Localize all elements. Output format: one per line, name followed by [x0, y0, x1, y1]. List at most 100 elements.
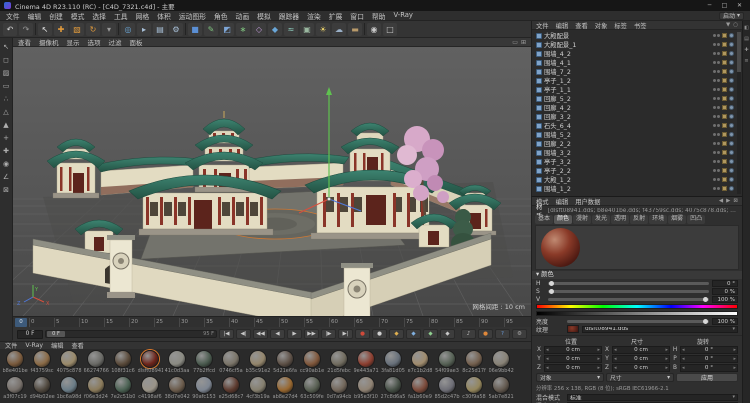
toolbar-icon[interactable]: ▣ [300, 22, 314, 36]
toolbar-icon[interactable]: ≈ [284, 22, 298, 36]
channel-tab[interactable]: 基本 [535, 215, 554, 224]
visibility-toggles[interactable] [713, 169, 720, 172]
menu-item[interactable]: 渲染 [307, 11, 321, 21]
material-thumbnail[interactable]: 9e443a71 [353, 350, 379, 376]
object-manager-tool-icon[interactable]: ▼ [726, 22, 730, 28]
channel-tab[interactable]: 凹凸 [687, 215, 706, 224]
mode-tool-icon[interactable]: ◉ [1, 158, 12, 169]
texture-tag-icon[interactable] [722, 132, 727, 137]
texture-filename-field[interactable]: dlsft08941.dds ▾ [582, 325, 738, 333]
toolbar-icon[interactable]: ☁ [332, 22, 346, 36]
toolbar-icon[interactable]: □ [383, 22, 397, 36]
menu-item[interactable]: 文件 [6, 11, 20, 21]
toolbar-icon[interactable] [364, 23, 365, 35]
menu-item[interactable]: 角色 [214, 11, 228, 21]
mode-tool-icon[interactable]: △ [1, 106, 12, 117]
slider-knob[interactable] [549, 280, 554, 286]
texture-tag-icon[interactable] [722, 33, 727, 38]
phong-tag-icon[interactable] [729, 150, 734, 155]
texture-thumbnail[interactable] [567, 325, 579, 333]
viewport-canvas[interactable]: X Y Z 网格间距 : 10 cm [13, 47, 531, 316]
material-thumbnail[interactable]: 90afc153 [191, 376, 217, 402]
material-thumbnail[interactable]: b8e401be [2, 350, 28, 376]
channel-tab[interactable]: 反射 [630, 215, 649, 224]
material-thumbnail[interactable]: f06e3d24 [83, 376, 109, 402]
object-manager-tool-icon[interactable]: ○ [733, 22, 738, 28]
menu-item[interactable]: 网格 [136, 11, 150, 21]
viewport-menu-item[interactable]: 摄像机 [39, 37, 59, 47]
material-thumbnail[interactable]: 3fa81d05 [380, 350, 406, 376]
coordinates-header-label[interactable]: 旋转 [670, 337, 736, 346]
object-row[interactable]: 亭子_1_1 [532, 85, 742, 94]
object-row[interactable]: 石头_6_4 [532, 121, 742, 130]
viewport-menu-item[interactable]: 选项 [88, 37, 101, 47]
texture-tag-icon[interactable] [722, 42, 727, 47]
mode-tool-icon[interactable]: ⊠ [1, 184, 12, 195]
visibility-toggles[interactable] [713, 34, 720, 37]
frame-range-slider[interactable]: 0 F 95 F [45, 330, 217, 338]
transport-button[interactable]: |▶ [321, 329, 336, 339]
visibility-toggles[interactable] [713, 61, 720, 64]
texture-tag-icon[interactable] [722, 159, 727, 164]
object-row[interactable]: 亭子_3_2 [532, 157, 742, 166]
phong-tag-icon[interactable] [729, 69, 734, 74]
object-row[interactable]: 回廊_3_2 [532, 112, 742, 121]
menu-item[interactable]: 模拟 [257, 11, 271, 21]
transport-button[interactable]: ▶| [338, 329, 353, 339]
material-thumbnail[interactable]: 4075c878 [56, 350, 82, 376]
toolbar-icon[interactable]: ◎ [121, 22, 135, 36]
transport-button[interactable]: ◆ [423, 329, 438, 339]
toolbar-icon[interactable]: ▸ [137, 22, 151, 36]
object-row[interactable]: 回廊_5_2 [532, 94, 742, 103]
coordinate-mode-dropdown[interactable]: 对象 ▾ [536, 373, 604, 382]
slider-knob[interactable] [549, 288, 554, 294]
rotation-input[interactable]: ◂ 0 ° ▸ [680, 354, 738, 363]
position-input[interactable]: ◂ 0 cm ▸ [544, 345, 602, 354]
toolbar-icon[interactable]: ↖ [38, 22, 52, 36]
viewport-menu-item[interactable]: 过滤 [109, 37, 122, 47]
toolbar-icon[interactable]: ▧ [70, 22, 84, 36]
menu-item[interactable]: 编辑 [28, 11, 42, 21]
mode-tool-icon[interactable]: ✚ [1, 145, 12, 156]
material-thumbnail[interactable]: 0746cf5a [218, 350, 244, 376]
attribute-menu-item[interactable]: 编辑 [556, 197, 569, 206]
attribute-nav-icon[interactable]: ▶ [726, 198, 730, 204]
object-list-scrollbar[interactable] [737, 32, 741, 194]
visibility-toggles[interactable] [713, 160, 720, 163]
texture-tag-icon[interactable] [722, 51, 727, 56]
object-manager-menu-item[interactable]: 文件 [536, 21, 549, 30]
object-row[interactable]: 回廊_2_2 [532, 139, 742, 148]
texture-tag-icon[interactable] [722, 177, 727, 182]
toolbar-icon[interactable] [118, 23, 119, 35]
coordinates-header-label[interactable]: 位置 [538, 337, 604, 346]
channel-tab[interactable]: 透明 [611, 215, 630, 224]
material-thumbnail[interactable]: 38d7e042 [164, 376, 190, 402]
phong-tag-icon[interactable] [729, 114, 734, 119]
material-thumbnail[interactable]: 1bc6a98d [56, 376, 82, 402]
toolbar-icon[interactable]: ■ [188, 22, 202, 36]
texture-tag-icon[interactable] [722, 114, 727, 119]
toolbar-icon[interactable]: ↻ [86, 22, 100, 36]
mode-tool-icon[interactable]: ↖ [1, 41, 12, 52]
rotation-input[interactable]: ◂ 0 ° ▸ [680, 363, 738, 372]
material-thumbnail[interactable]: 77b2ffcd [191, 350, 217, 376]
dock-tab-icon[interactable]: ✚ [744, 47, 748, 53]
window-control-button[interactable]: ✕ [733, 1, 746, 10]
toolbar-icon[interactable]: ✎ [204, 22, 218, 36]
visibility-toggles[interactable] [713, 70, 720, 73]
transport-button[interactable]: ▶ [287, 329, 302, 339]
dock-tab-icon[interactable]: ≡ [744, 58, 748, 64]
dock-tab-icon[interactable]: ◧ [744, 25, 749, 31]
menu-item[interactable]: 选择 [92, 11, 106, 21]
phong-tag-icon[interactable] [729, 51, 734, 56]
channel-tab[interactable]: 颜色 [554, 215, 573, 224]
object-manager-menu-item[interactable]: 查看 [575, 21, 588, 30]
material-thumbnail[interactable]: 21d5febc [326, 350, 352, 376]
transport-option-icon[interactable]: ● [478, 329, 493, 339]
object-row[interactable]: 回廊_4_2 [532, 103, 742, 112]
texture-tag-icon[interactable] [722, 96, 727, 101]
channel-tab[interactable]: 漫射 [573, 215, 592, 224]
material-thumbnail[interactable]: 63c509fe [299, 376, 325, 402]
menu-item[interactable]: 创建 [49, 11, 63, 21]
object-manager-menu-item[interactable]: 书签 [634, 21, 647, 30]
